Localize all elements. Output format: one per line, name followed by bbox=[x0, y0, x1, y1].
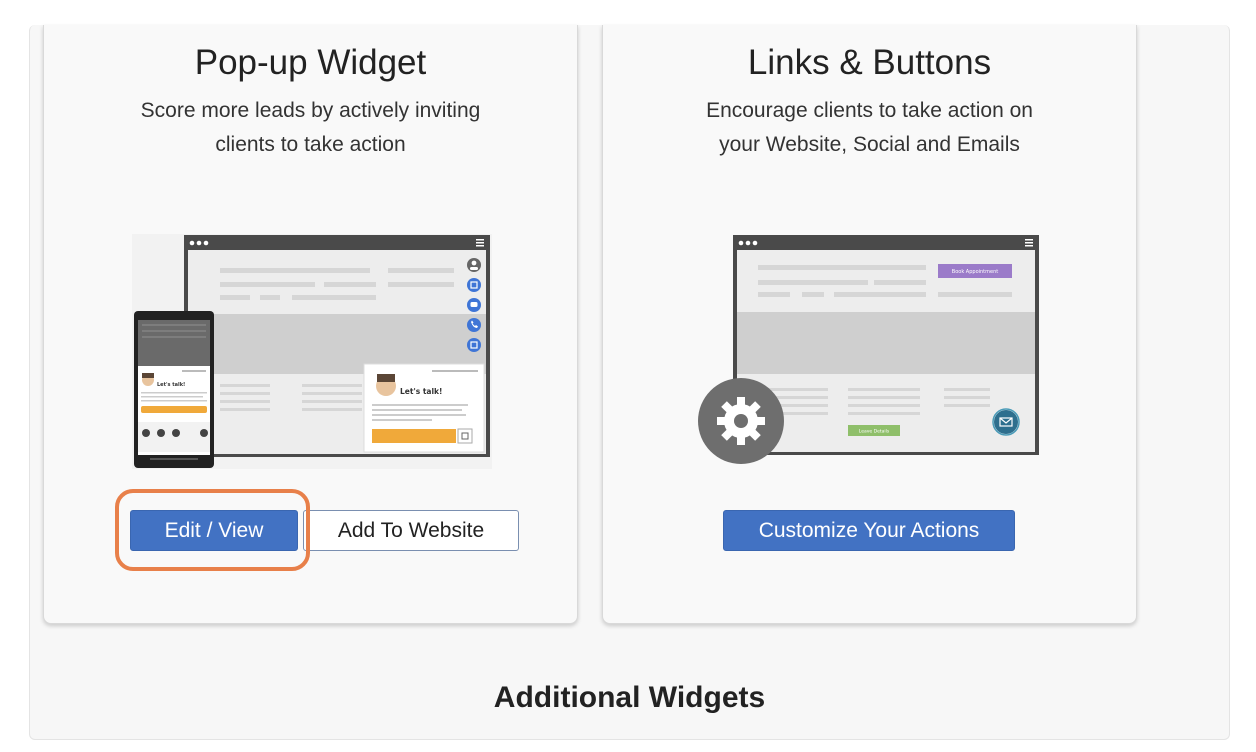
card-description: Encourage clients to take action on your… bbox=[603, 94, 1136, 162]
calendar-icon bbox=[467, 338, 481, 352]
add-to-website-button[interactable]: Add To Website bbox=[303, 510, 519, 551]
user-icon bbox=[467, 258, 481, 272]
phone-icon bbox=[467, 318, 481, 332]
phone-popup-heading: Let's talk! bbox=[157, 382, 185, 388]
section-title: Additional Widgets bbox=[493, 681, 766, 714]
card-description: Score more leads by actively inviting cl… bbox=[44, 94, 577, 162]
links-buttons-card: Links & Buttons Encourage clients to tak… bbox=[602, 25, 1137, 624]
book-appointment-label: Book Appointment bbox=[952, 269, 998, 275]
settings-gear-icon bbox=[698, 378, 784, 464]
customize-actions-button[interactable]: Customize Your Actions bbox=[723, 510, 1015, 551]
edit-view-button[interactable]: Edit / View bbox=[130, 510, 298, 551]
calendar-icon bbox=[467, 278, 481, 292]
card-description-line: clients to take action bbox=[215, 133, 406, 156]
popup-widget-card: Pop-up Widget Score more leads by active… bbox=[43, 25, 578, 624]
popup-widget-illustration: Let's talk! Let's talk! bbox=[132, 234, 492, 469]
chat-icon bbox=[467, 298, 481, 312]
card-description-line: your Website, Social and Emails bbox=[719, 133, 1020, 156]
card-description-line: Encourage clients to take action on bbox=[706, 99, 1033, 122]
widgets-panel: Pop-up Widget Score more leads by active… bbox=[29, 25, 1230, 740]
links-buttons-illustration: Book Appointment Leave Details bbox=[698, 235, 1039, 464]
leave-details-label: Leave Details bbox=[859, 429, 890, 435]
card-description-line: Score more leads by actively inviting bbox=[140, 99, 481, 122]
popup-heading: Let's talk! bbox=[400, 387, 442, 396]
card-title: Pop-up Widget bbox=[194, 43, 427, 82]
card-title: Links & Buttons bbox=[747, 43, 992, 82]
mail-icon bbox=[992, 408, 1020, 436]
